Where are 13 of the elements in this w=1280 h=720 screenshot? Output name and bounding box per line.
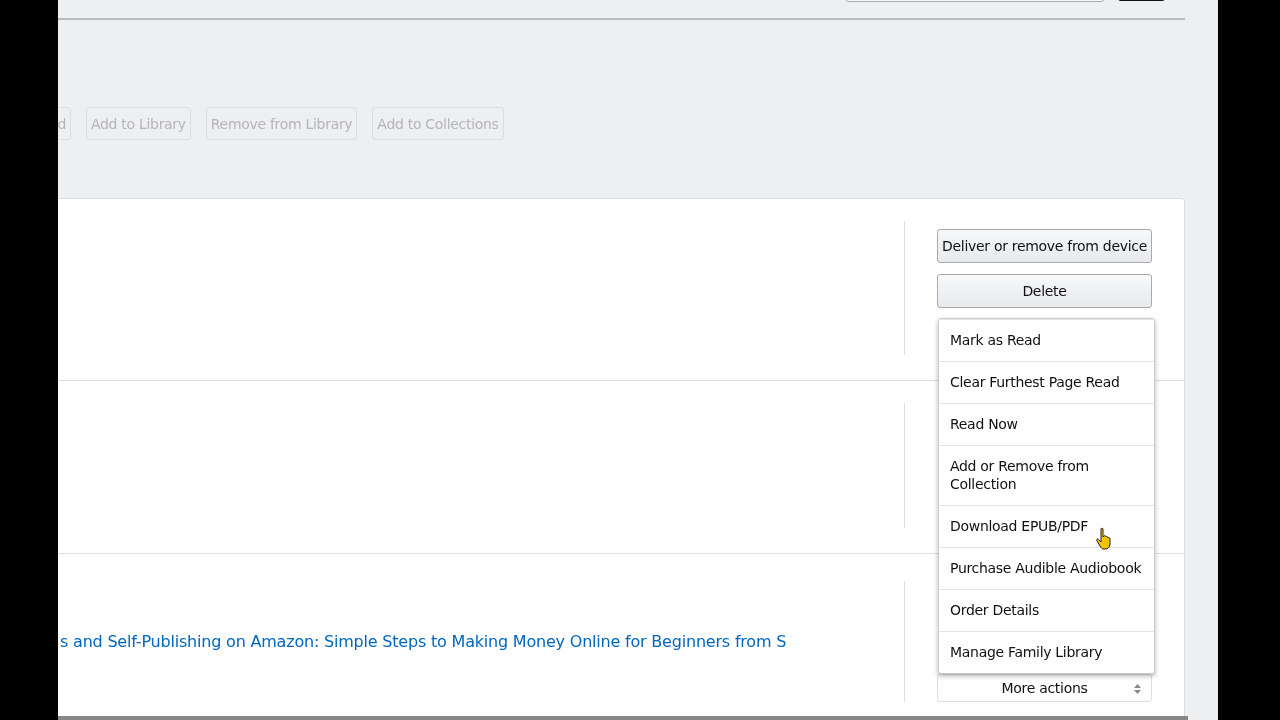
menu-item[interactable]: Add or Remove from Collection [939, 445, 1154, 505]
pointer-hand-icon [1096, 527, 1114, 551]
sort-arrows-icon [1134, 684, 1141, 694]
menu-item[interactable]: Order Details [939, 589, 1154, 631]
menu-item[interactable]: Read Now [939, 403, 1154, 445]
scrollbar[interactable] [58, 716, 1188, 720]
menu-item[interactable]: Mark as Read [939, 319, 1154, 361]
more-actions-dropdown[interactable]: More actions [937, 674, 1152, 702]
action-button[interactable]: Delete [937, 274, 1152, 308]
action-button[interactable]: Deliver or remove from device [937, 229, 1152, 263]
book-title-link[interactable]: s and Self-Publishing on Amazon: Simple Steps to Making Money Online for Beginners from S [58, 632, 787, 651]
menu-item[interactable]: Clear Furthest Page Read [939, 361, 1154, 403]
menu-item[interactable]: Manage Family Library [939, 631, 1154, 673]
